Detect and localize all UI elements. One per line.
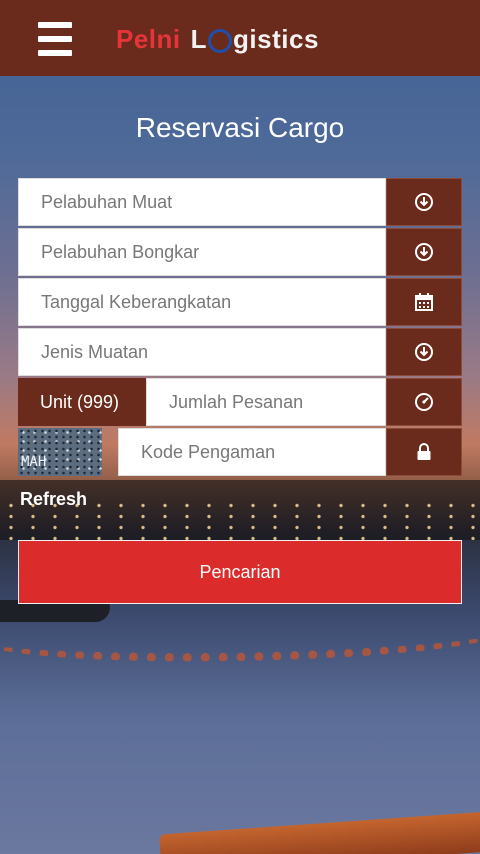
logo-l-text: L (190, 24, 208, 54)
security-code-input[interactable]: Kode Pengaman (118, 428, 386, 476)
captcha-refresh-link[interactable]: Refresh (20, 489, 87, 510)
lock-button (386, 428, 462, 476)
lock-icon (417, 443, 431, 460)
cargo-type-row: Jenis Muatan (18, 328, 462, 376)
logo-pelni-text: Pelni (116, 24, 181, 54)
quantity-row: Unit (999) Jumlah Pesanan (18, 378, 462, 426)
gauge-icon (415, 393, 433, 411)
quantity-button[interactable] (386, 378, 462, 426)
cargo-type-dropdown-button[interactable] (386, 328, 462, 376)
quantity-input[interactable]: Jumlah Pesanan (146, 378, 386, 426)
menu-icon[interactable] (38, 22, 72, 56)
pelni-logistics-logo: Pelni L gistics (116, 24, 319, 55)
calendar-icon (415, 293, 433, 311)
unit-label: Unit (999) (18, 378, 146, 426)
port-load-dropdown-button[interactable] (386, 178, 462, 226)
calendar-button[interactable] (386, 278, 462, 326)
captcha-image: MAH (18, 428, 102, 476)
arrow-circle-down-icon (415, 193, 433, 211)
arrow-circle-down-icon (415, 243, 433, 261)
page-title: Reservasi Cargo (135, 112, 345, 143)
arrow-circle-down-icon (415, 343, 433, 361)
port-unload-input[interactable]: Pelabuhan Bongkar (18, 228, 386, 276)
logo-o-mark (208, 28, 233, 53)
port-unload-row: Pelabuhan Bongkar (18, 228, 462, 276)
search-button[interactable]: Pencarian (18, 540, 462, 604)
departure-date-row: Tanggal Keberangkatan (18, 278, 462, 326)
port-load-input[interactable]: Pelabuhan Muat (18, 178, 386, 226)
security-code-row: MAH Kode Pengaman (18, 428, 462, 476)
logo-gistics-text: gistics (233, 24, 319, 54)
cargo-type-input[interactable]: Jenis Muatan (18, 328, 386, 376)
port-unload-dropdown-button[interactable] (386, 228, 462, 276)
captcha-text: MAH (21, 454, 47, 470)
port-load-row: Pelabuhan Muat (18, 178, 462, 226)
app-header: Pelni L gistics (0, 0, 480, 76)
departure-date-input[interactable]: Tanggal Keberangkatan (18, 278, 386, 326)
